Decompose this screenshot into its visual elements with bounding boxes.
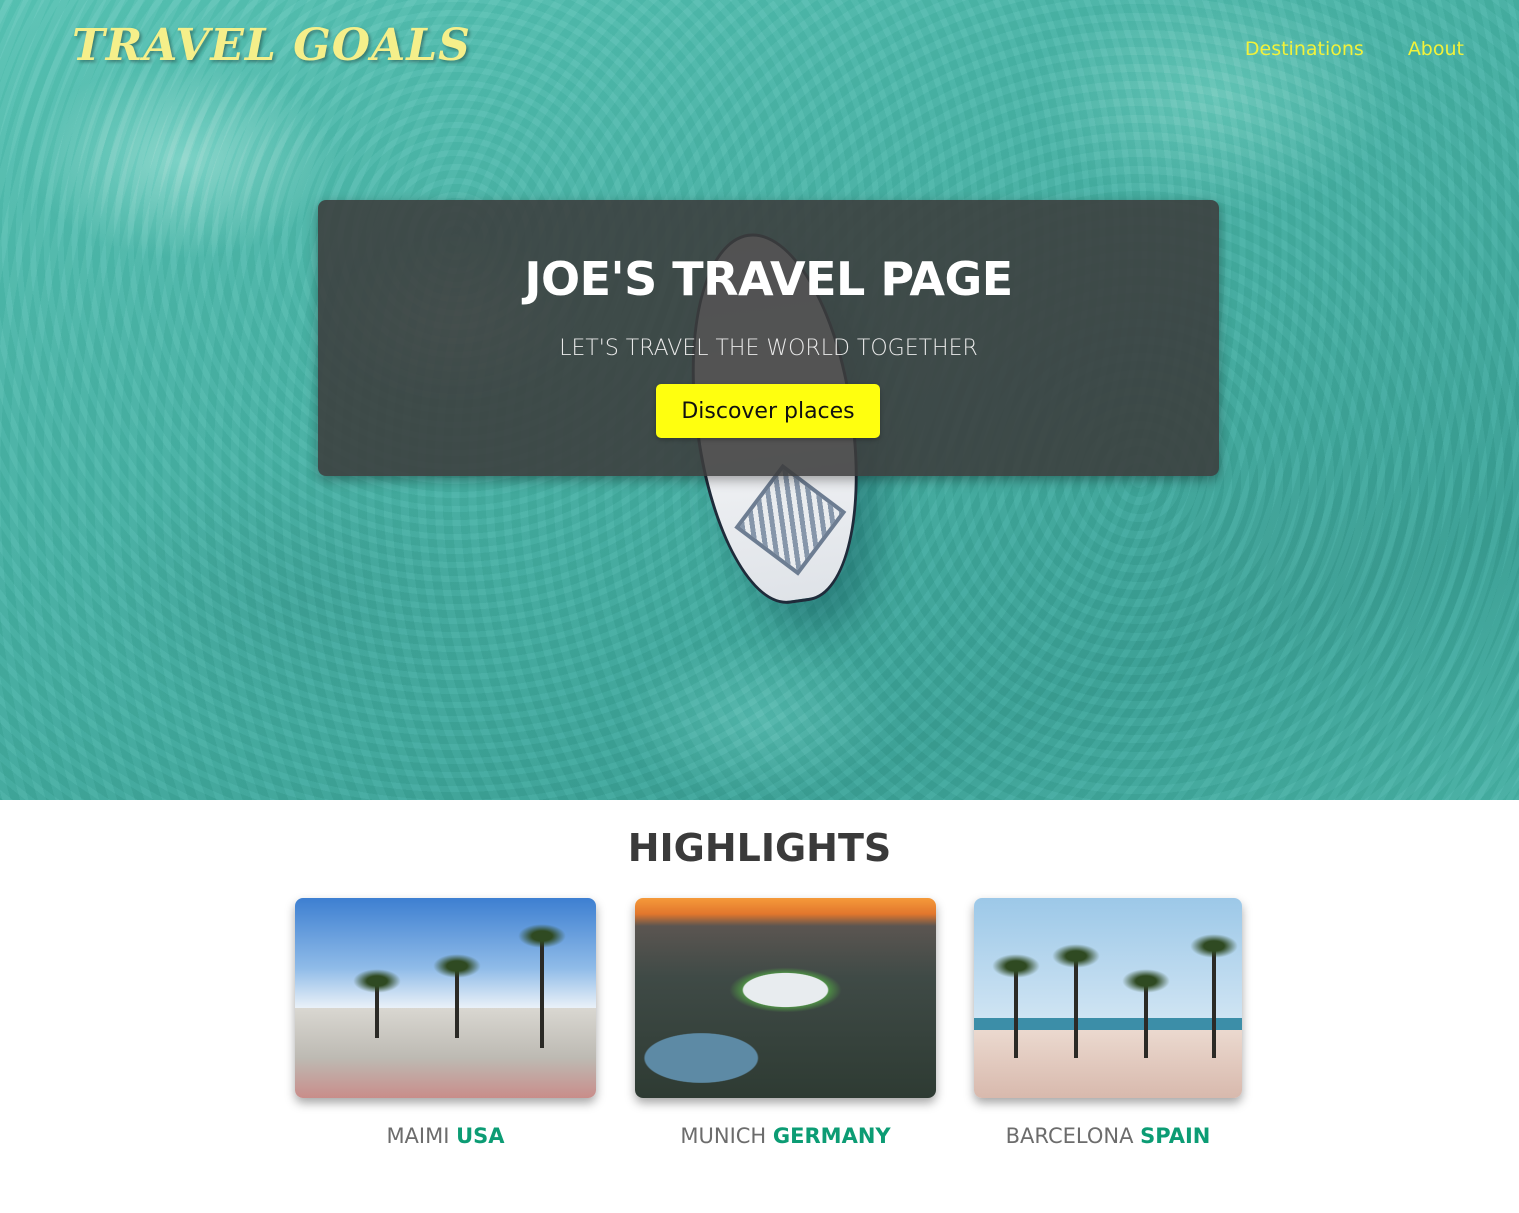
board-logo <box>734 463 847 576</box>
city-name: MAIMI <box>386 1124 450 1148</box>
palm-tree <box>1052 944 1100 1058</box>
miami-image <box>295 898 596 1098</box>
hero-title: JOE'S TRAVEL PAGE <box>524 252 1013 306</box>
hero-card: JOE'S TRAVEL PAGE LET'S TRAVEL THE WORLD… <box>318 200 1219 476</box>
palm-tree <box>353 969 401 1038</box>
palm-tree <box>518 924 566 1048</box>
site-logo[interactable]: TRAVEL GOALS <box>72 20 471 71</box>
nav-link-destinations[interactable]: Destinations <box>1245 38 1364 60</box>
palm-tree <box>1190 934 1238 1058</box>
palm-tree <box>433 954 481 1038</box>
highlight-card-munich[interactable] <box>635 898 936 1098</box>
main-nav: Destinations About <box>1245 38 1464 60</box>
discover-places-button[interactable]: Discover places <box>656 384 880 438</box>
highlight-card-barcelona[interactable] <box>974 898 1242 1098</box>
barcelona-image <box>974 898 1242 1098</box>
country-name: SPAIN <box>1140 1124 1211 1148</box>
highlight-caption-barcelona: BARCELONA SPAIN <box>974 1124 1242 1148</box>
highlights-title: HIGHLIGHTS <box>627 826 892 870</box>
city-name: BARCELONA <box>1005 1124 1134 1148</box>
hero-section: TRAVEL GOALS Destinations About JOE'S TR… <box>0 0 1519 800</box>
highlight-caption-munich: MUNICH GERMANY <box>635 1124 936 1148</box>
nav-link-about[interactable]: About <box>1408 38 1464 60</box>
country-name: GERMANY <box>772 1124 891 1148</box>
highlight-caption-miami: MAIMI USA <box>295 1124 596 1148</box>
palm-tree <box>992 954 1040 1058</box>
palm-tree <box>1122 969 1170 1058</box>
city-name: MUNICH <box>680 1124 767 1148</box>
country-name: USA <box>456 1124 505 1148</box>
hero-subtitle: LET'S TRAVEL THE WORLD TOGETHER <box>559 336 978 361</box>
munich-image <box>635 898 936 1098</box>
highlight-card-miami[interactable] <box>295 898 596 1098</box>
